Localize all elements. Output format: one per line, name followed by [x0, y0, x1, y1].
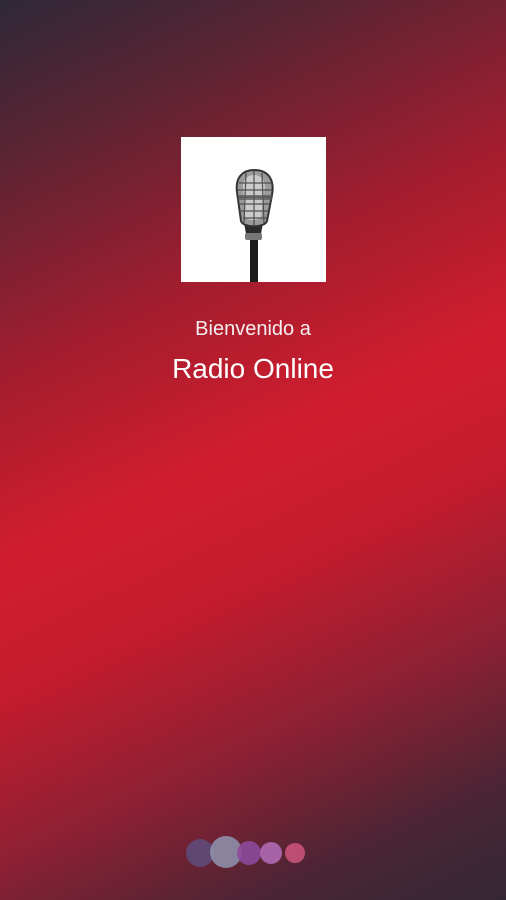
- app-name-title: Radio Online: [172, 353, 334, 384]
- loading-indicator: [186, 836, 310, 870]
- loader-dot: [285, 843, 305, 863]
- loader-dot: [237, 841, 261, 865]
- loader-dot: [260, 842, 282, 864]
- welcome-text: Bienvenido a: [195, 318, 311, 340]
- microphone-icon: [235, 168, 274, 282]
- app-logo: [181, 137, 326, 282]
- splash-screen: Bienvenido a Radio Online: [0, 0, 506, 900]
